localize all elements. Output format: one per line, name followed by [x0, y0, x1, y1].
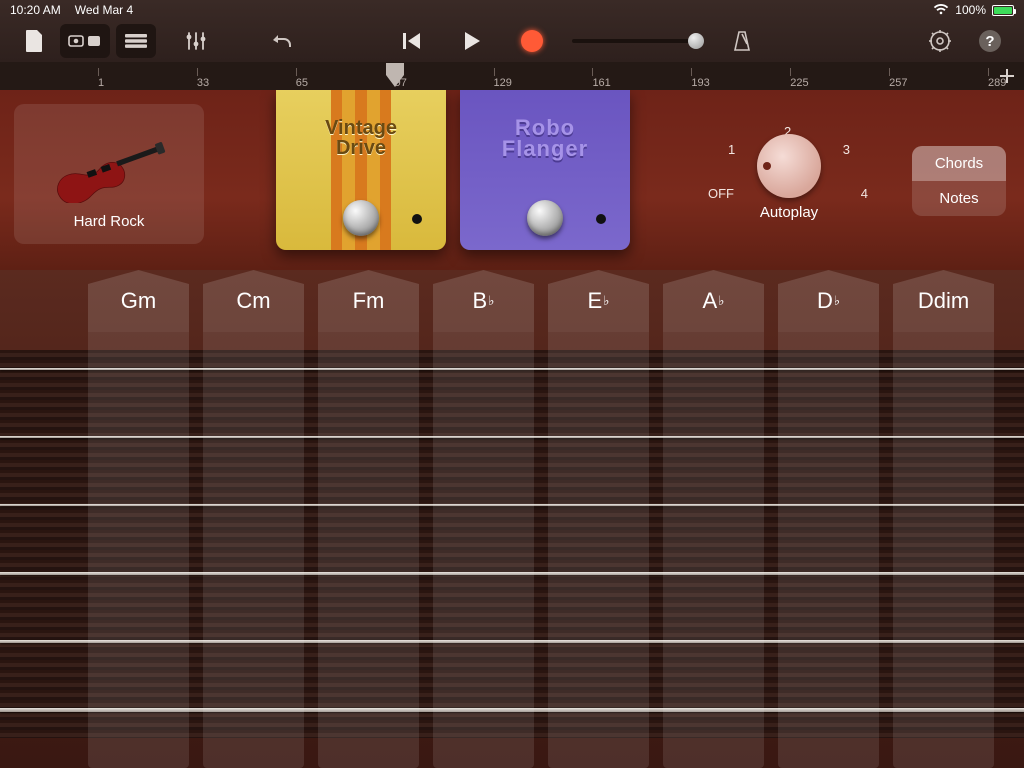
ruler-tick: 225 — [790, 68, 808, 89]
autoplay-mark-4: 4 — [861, 186, 868, 201]
status-date: Wed Mar 4 — [75, 3, 133, 17]
record-button[interactable] — [512, 24, 552, 58]
instrument-stage: Hard Rock VintageDrive RoboFlanger OFF 1… — [0, 90, 1024, 270]
battery-icon — [992, 5, 1014, 16]
play-button[interactable] — [452, 24, 492, 58]
chord-label[interactable]: A♭ — [663, 270, 764, 332]
chord-body[interactable] — [88, 332, 189, 768]
pedal-label: VintageDrive — [276, 118, 446, 158]
mode-chords[interactable]: Chords — [912, 146, 1006, 181]
chord-strip[interactable]: Gm — [88, 270, 189, 768]
go-to-beginning-button[interactable] — [392, 24, 432, 58]
chord-body[interactable] — [893, 332, 994, 768]
chord-label[interactable]: Gm — [88, 270, 189, 332]
autoplay-control: OFF 1 2 3 4 Autoplay — [704, 112, 874, 221]
chord-label[interactable]: B♭ — [433, 270, 534, 332]
ruler-tick: 1 — [98, 68, 104, 89]
chord-strip[interactable]: E♭ — [548, 270, 649, 768]
battery-percent: 100% — [955, 3, 986, 17]
chord-strip[interactable]: Fm — [318, 270, 419, 768]
chord-body[interactable] — [778, 332, 879, 768]
chord-strip[interactable]: Cm — [203, 270, 304, 768]
autoplay-dial[interactable] — [757, 134, 821, 198]
pedal-footswitch[interactable] — [527, 200, 563, 236]
ruler-tick: 65 — [296, 68, 308, 89]
chord-label[interactable]: D♭ — [778, 270, 879, 332]
ruler-tick: 129 — [494, 68, 512, 89]
ruler-tick: 257 — [889, 68, 907, 89]
wifi-icon — [933, 3, 949, 18]
master-volume-slider[interactable] — [572, 39, 702, 43]
chord-strip[interactable]: A♭ — [663, 270, 764, 768]
slider-knob[interactable] — [688, 33, 704, 49]
chord-body[interactable] — [663, 332, 764, 768]
mode-toggle: Chords Notes — [912, 146, 1006, 216]
ruler-tick: 161 — [592, 68, 610, 89]
autoplay-mark-3: 3 — [843, 142, 850, 157]
autoplay-mark-1: 1 — [728, 142, 735, 157]
playhead[interactable] — [385, 62, 405, 88]
chord-body[interactable] — [433, 332, 534, 768]
pedal-vintage-drive[interactable]: VintageDrive — [276, 90, 446, 250]
timeline-ruler[interactable]: 1336597129161193225257289 — [0, 62, 1024, 90]
metronome-button[interactable] — [722, 24, 762, 58]
pedal-led — [412, 214, 422, 224]
instrument-selector[interactable]: Hard Rock — [14, 104, 204, 244]
chord-body[interactable] — [318, 332, 419, 768]
status-bar: 10:20 AM Wed Mar 4 100% — [0, 0, 1024, 20]
autoplay-mark-off: OFF — [708, 186, 734, 201]
track-controls-button[interactable] — [176, 24, 216, 58]
tracks-button[interactable] — [116, 24, 156, 58]
ruler-tick: 33 — [197, 68, 209, 89]
autoplay-caption: Autoplay — [704, 204, 874, 221]
pedal-label: RoboFlanger — [460, 118, 630, 160]
chord-body[interactable] — [548, 332, 649, 768]
chord-strip[interactable]: Ddim — [893, 270, 994, 768]
settings-button[interactable] — [920, 24, 960, 58]
chord-strip[interactable]: B♭ — [433, 270, 534, 768]
undo-button[interactable] — [262, 24, 302, 58]
instrument-name: Hard Rock — [74, 213, 145, 230]
chord-label[interactable]: Ddim — [893, 270, 994, 332]
ruler-tick: 193 — [691, 68, 709, 89]
chord-label[interactable]: E♭ — [548, 270, 649, 332]
mode-notes[interactable]: Notes — [912, 181, 1006, 216]
chord-label[interactable]: Fm — [318, 270, 419, 332]
add-section-button[interactable] — [996, 65, 1018, 87]
guitar-icon — [49, 133, 169, 203]
status-time: 10:20 AM — [10, 3, 61, 17]
pedal-footswitch[interactable] — [343, 200, 379, 236]
help-button[interactable]: ? — [970, 24, 1010, 58]
chord-label[interactable]: Cm — [203, 270, 304, 332]
pedal-led — [596, 214, 606, 224]
browser-button[interactable] — [60, 24, 110, 58]
svg-text:?: ? — [985, 33, 994, 50]
my-songs-button[interactable] — [14, 24, 54, 58]
fretboard: GmCmFmB♭E♭A♭D♭Ddim — [0, 270, 1024, 768]
pedal-robo-flanger[interactable]: RoboFlanger — [460, 90, 630, 250]
chord-body[interactable] — [203, 332, 304, 768]
chord-strip[interactable]: D♭ — [778, 270, 879, 768]
